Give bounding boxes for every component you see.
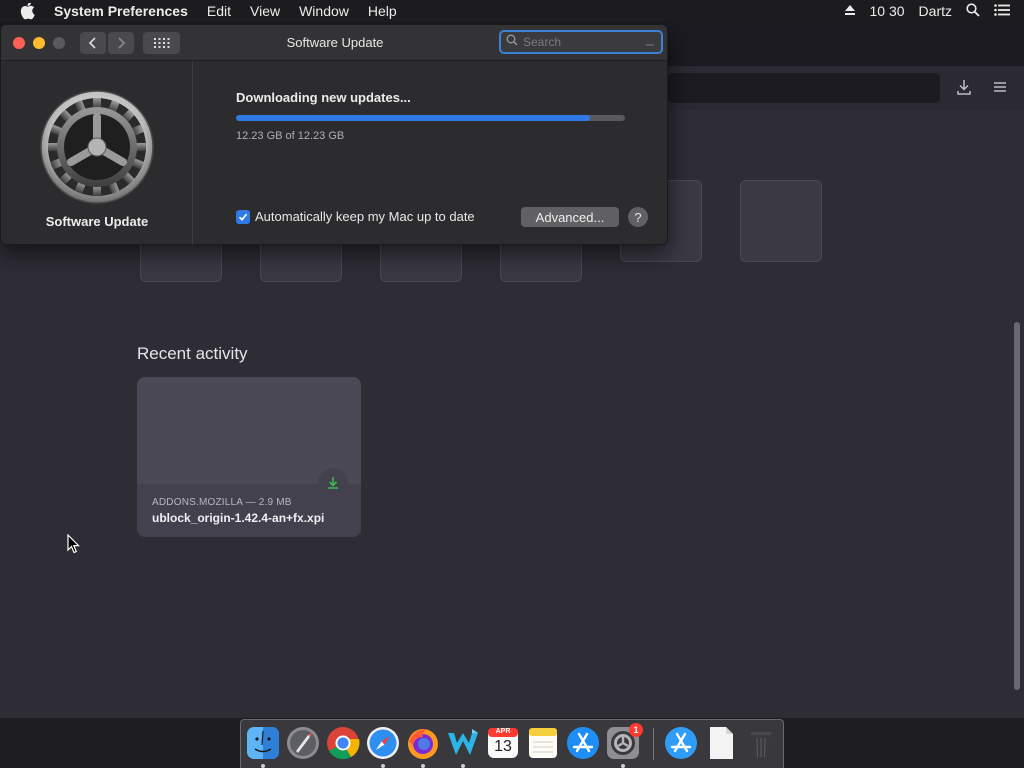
app-menu-icon[interactable] xyxy=(990,77,1010,97)
document-icon[interactable] xyxy=(703,725,739,761)
download-badge-icon xyxy=(318,468,348,498)
recent-activity-card[interactable]: ADDONS.MOZILLA — 2.9 MB ublock_origin-1.… xyxy=(137,377,361,537)
finder-icon[interactable] xyxy=(245,725,281,761)
mouse-cursor-icon xyxy=(67,533,81,554)
running-indicator xyxy=(421,764,425,768)
clock[interactable]: 10 30 xyxy=(870,3,905,19)
download-status: Downloading new updates... xyxy=(236,90,411,105)
card-filename: ublock_origin-1.42.4-an+fx.xpi xyxy=(152,511,325,525)
help-button[interactable]: ? xyxy=(628,207,648,227)
search-input[interactable] xyxy=(523,35,633,49)
firefox-icon[interactable] xyxy=(405,725,441,761)
chrome-icon[interactable] xyxy=(325,725,361,761)
browser-url-bar[interactable] xyxy=(668,73,940,103)
running-indicator xyxy=(461,764,465,768)
scrollbar-thumb[interactable] xyxy=(1014,322,1020,690)
running-indicator xyxy=(261,764,265,768)
card-source: ADDONS.MOZILLA — 2.9 MB xyxy=(152,497,292,508)
spotlight-search-icon[interactable] xyxy=(966,2,980,20)
software-update-gear-icon xyxy=(27,77,167,217)
sidebar-label: Software Update xyxy=(45,214,149,229)
trash-icon[interactable] xyxy=(743,725,779,761)
clear-search-icon[interactable] xyxy=(645,37,655,47)
title-bar: Software Update xyxy=(1,25,667,61)
search-field[interactable] xyxy=(499,30,663,54)
notification-badge: 1 xyxy=(629,723,643,737)
notes-icon[interactable] xyxy=(525,725,561,761)
dock: APR 13 1 xyxy=(240,719,784,768)
download-size: 12.23 GB of 12.23 GB xyxy=(236,130,345,142)
control-center-icon[interactable] xyxy=(994,3,1010,19)
running-indicator xyxy=(381,764,385,768)
calendar-day: 13 xyxy=(494,738,512,755)
menu-help[interactable]: Help xyxy=(368,3,397,19)
auto-update-label: Automatically keep my Mac up to date xyxy=(255,209,475,224)
top-site-tile[interactable] xyxy=(740,180,822,262)
menu-view[interactable]: View xyxy=(250,3,280,19)
eject-icon[interactable] xyxy=(844,3,856,19)
apple-menu-icon[interactable] xyxy=(20,2,36,19)
menu-app-name[interactable]: System Preferences xyxy=(54,3,188,19)
software-update-window: Software Update Search Software Update D… xyxy=(0,24,668,245)
advanced-button[interactable]: Advanced... xyxy=(521,207,619,227)
menu-edit[interactable]: Edit xyxy=(207,3,231,19)
dock-separator xyxy=(653,728,654,760)
calendar-icon[interactable]: APR 13 xyxy=(485,725,521,761)
download-progress-bar xyxy=(236,115,625,121)
menu-bar: System Preferences Edit View Window Help… xyxy=(0,0,1024,22)
download-progress-fill xyxy=(236,115,590,121)
safari-icon[interactable] xyxy=(365,725,401,761)
running-indicator xyxy=(621,764,625,768)
auto-update-checkbox[interactable] xyxy=(236,209,250,224)
calendar-month: APR xyxy=(495,728,511,735)
downloads-icon[interactable] xyxy=(954,77,974,97)
app-store-icon[interactable] xyxy=(565,725,601,761)
app-store-folder-icon[interactable] xyxy=(663,725,699,761)
search-icon xyxy=(506,33,518,51)
user-name[interactable]: Dartz xyxy=(919,3,952,19)
recent-activity-heading: Recent activity xyxy=(137,344,248,363)
menu-window[interactable]: Window xyxy=(299,3,349,19)
auto-update-row[interactable]: Automatically keep my Mac up to date xyxy=(236,209,475,224)
launchpad-icon[interactable] xyxy=(285,725,321,761)
waterfox-icon[interactable] xyxy=(445,725,481,761)
